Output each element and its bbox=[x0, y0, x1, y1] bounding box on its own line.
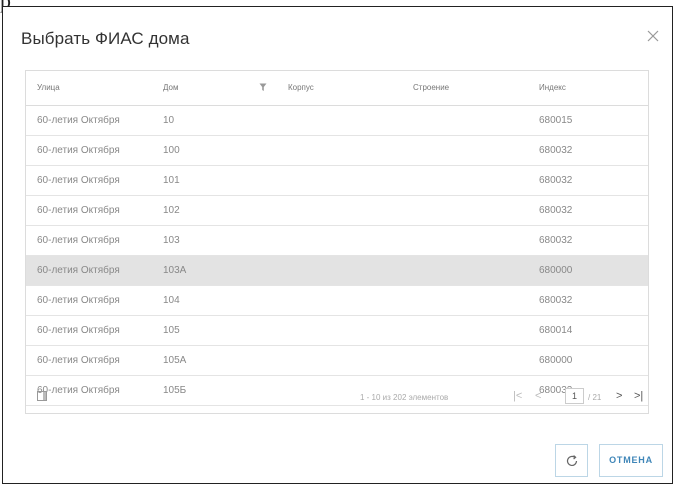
cell-index: 680032 bbox=[539, 175, 573, 186]
cell-street: 60-летия Октября bbox=[37, 115, 120, 126]
cell-index: 680000 bbox=[539, 265, 573, 276]
prev-page-button[interactable]: < bbox=[535, 390, 541, 402]
close-icon[interactable] bbox=[646, 29, 660, 43]
table-row[interactable]: 60-летия Октября 104 680032 bbox=[26, 286, 648, 316]
cell-house: 105 bbox=[163, 325, 180, 336]
cell-index: 680032 bbox=[539, 145, 573, 156]
cell-house: 103А bbox=[163, 265, 187, 276]
grid-rows: 60-летия Октября 10 680015 60-летия Октября… bbox=[26, 106, 648, 406]
cell-index: 680000 bbox=[539, 355, 573, 366]
table-row[interactable]: 60-летия Октября 103А 680000 bbox=[26, 256, 648, 286]
grid-header: Улица Дом Корпус Строение Индекс bbox=[26, 71, 648, 106]
next-page-button[interactable]: > bbox=[616, 390, 622, 402]
grid-footer: 1 - 10 из 202 элементов |< < / 21 > >| bbox=[26, 381, 648, 413]
cell-house: 102 bbox=[163, 205, 180, 216]
cell-street: 60-летия Октября bbox=[37, 175, 120, 186]
cell-index: 680032 bbox=[539, 205, 573, 216]
column-header-structure[interactable]: Строение bbox=[413, 83, 449, 92]
table-row[interactable]: 60-летия Октября 105 680014 bbox=[26, 316, 648, 346]
cell-street: 60-летия Октября bbox=[37, 265, 120, 276]
cancel-button[interactable]: ОТМЕНА bbox=[599, 444, 663, 477]
cell-house: 104 bbox=[163, 295, 180, 306]
cell-street: 60-летия Октября bbox=[37, 325, 120, 336]
column-header-house[interactable]: Дом bbox=[163, 83, 178, 92]
cell-index: 680014 bbox=[539, 325, 573, 336]
cell-index: 680032 bbox=[539, 235, 573, 246]
first-page-button[interactable]: |< bbox=[513, 390, 522, 402]
table-row[interactable]: 60-летия Октября 105А 680000 bbox=[26, 346, 648, 376]
table-row[interactable]: 60-летия Октября 100 680032 bbox=[26, 136, 648, 166]
cell-house: 105А bbox=[163, 355, 187, 366]
column-header-building[interactable]: Корпус bbox=[288, 83, 314, 92]
houses-grid: Улица Дом Корпус Строение Индекс 60-лети… bbox=[25, 70, 649, 414]
cell-house: 10 bbox=[163, 115, 175, 126]
page-number-input[interactable] bbox=[565, 388, 584, 404]
filter-icon[interactable] bbox=[259, 83, 267, 92]
column-header-index[interactable]: Индекс bbox=[539, 83, 566, 92]
cell-street: 60-летия Октября bbox=[37, 205, 120, 216]
cell-house: 101 bbox=[163, 175, 180, 186]
cell-house: 100 bbox=[163, 145, 180, 156]
refresh-icon bbox=[566, 455, 578, 467]
cell-house: 103 bbox=[163, 235, 180, 246]
cell-street: 60-летия Октября bbox=[37, 355, 120, 366]
table-row[interactable]: 60-летия Октября 10 680015 bbox=[26, 106, 648, 136]
dialog-title: Выбрать ФИАС дома bbox=[21, 29, 190, 48]
last-page-button[interactable]: >| bbox=[634, 390, 643, 402]
column-header-street[interactable]: Улица bbox=[37, 83, 60, 92]
select-fias-dialog: Выбрать ФИАС дома Улица Дом Корпус Строе… bbox=[2, 6, 673, 484]
cell-index: 680032 bbox=[539, 295, 573, 306]
cell-index: 680015 bbox=[539, 115, 573, 126]
cell-street: 60-летия Октября bbox=[37, 295, 120, 306]
refresh-button[interactable] bbox=[555, 444, 588, 477]
table-row[interactable]: 60-летия Октября 102 680032 bbox=[26, 196, 648, 226]
cell-street: 60-летия Октября bbox=[37, 235, 120, 246]
pager-summary: 1 - 10 из 202 элементов bbox=[360, 393, 449, 402]
table-row[interactable]: 60-летия Октября 101 680032 bbox=[26, 166, 648, 196]
page-total: / 21 bbox=[588, 393, 602, 402]
cell-street: 60-летия Октября bbox=[37, 145, 120, 156]
columns-icon[interactable] bbox=[37, 391, 47, 401]
table-row[interactable]: 60-летия Октября 103 680032 bbox=[26, 226, 648, 256]
